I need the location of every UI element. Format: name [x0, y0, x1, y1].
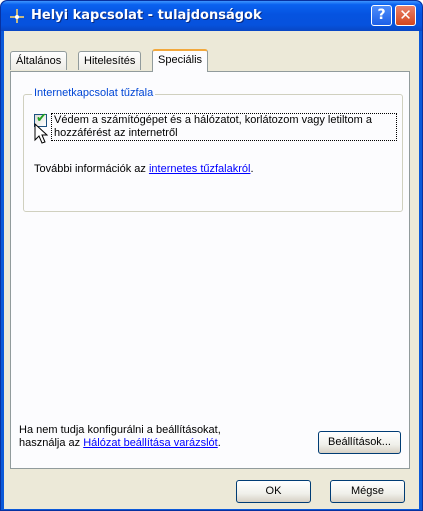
tab-advanced[interactable]: Speciális	[152, 49, 209, 72]
window-title: Helyi kapcsolat - tulajdonságok	[31, 8, 262, 23]
ok-button[interactable]: OK	[236, 480, 311, 503]
network-connection-icon	[10, 9, 24, 23]
firewall-checkbox-label[interactable]: Védem a számítógépet és a hálózatot, kor…	[51, 113, 397, 141]
mouse-pointer-icon	[34, 123, 48, 144]
info-suffix: .	[250, 163, 254, 175]
close-icon: ✕	[399, 6, 412, 24]
firewall-info-line: További információk az internetes tűzfal…	[34, 163, 254, 175]
title-bar[interactable]: Helyi kapcsolat - tulajdonságok ? ✕	[1, 1, 422, 31]
settings-button[interactable]: Beállítások...	[318, 431, 401, 454]
wizard-hint: Ha nem tudja konfigurálni a beállításoka…	[19, 424, 221, 450]
tab-panel-advanced: Internetkapcsolat tűzfala ✔ Védem a szám…	[10, 71, 410, 469]
wizard-hint-line2: használja az Hálózat beállítása varázsló…	[19, 437, 221, 450]
help-icon: ?	[377, 7, 386, 23]
info-prefix: További információk az	[34, 163, 149, 175]
cancel-button[interactable]: Mégse	[330, 480, 405, 503]
firewall-group-legend: Internetkapcsolat tűzfala	[32, 87, 156, 99]
help-button[interactable]: ?	[371, 5, 392, 26]
properties-window: Helyi kapcsolat - tulajdonságok ? ✕ Álta…	[0, 0, 423, 511]
firewall-groupbox: Internetkapcsolat tűzfala ✔ Védem a szám…	[23, 87, 403, 212]
wizard-hint-line1: Ha nem tudja konfigurálni a beállításoka…	[19, 424, 221, 436]
close-button[interactable]: ✕	[395, 5, 416, 26]
network-setup-wizard-link[interactable]: Hálózat beállítása varázslót	[83, 437, 218, 449]
dialog-body: Általános Hitelesítés Speciális Internet…	[4, 31, 419, 509]
internet-firewalls-link[interactable]: internetes tűzfalakról	[149, 163, 251, 175]
tab-authentication[interactable]: Hitelesítés	[78, 51, 142, 70]
wizard-hint-suffix: .	[217, 437, 221, 449]
wizard-hint-prefix: használja az	[19, 437, 84, 449]
tab-general[interactable]: Általános	[10, 51, 68, 70]
